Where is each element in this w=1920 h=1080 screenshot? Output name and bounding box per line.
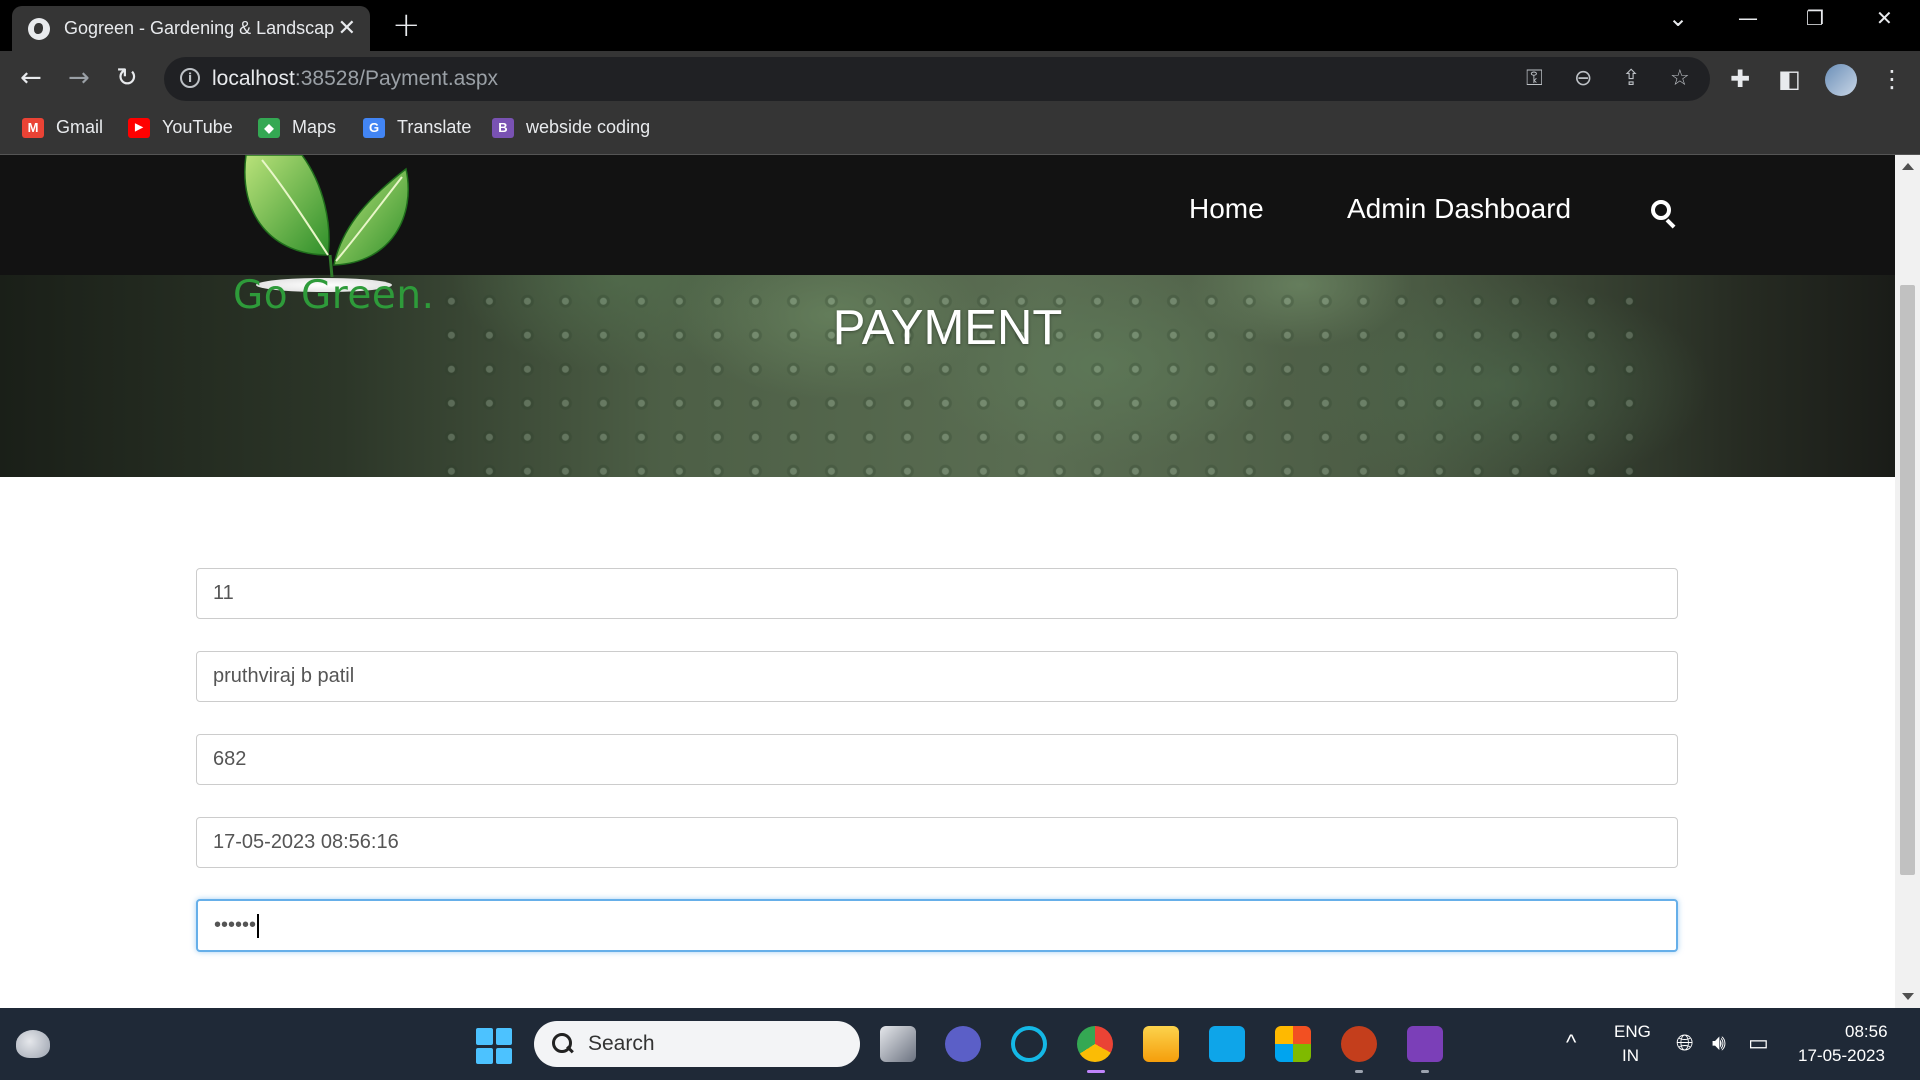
page-title: PAYMENT (832, 301, 1063, 355)
bookmark-webside-coding[interactable]: B webside coding (492, 117, 650, 138)
menu-kebab-icon[interactable]: ⋮ (1880, 67, 1904, 91)
restore-button[interactable]: ❐ (1806, 6, 1824, 30)
zoom-icon[interactable]: ⊖ (1574, 66, 1592, 91)
taskbar-search-label: Search (588, 1032, 655, 1055)
bookmark-youtube[interactable]: ▶ YouTube (128, 117, 233, 138)
browser-tab[interactable]: Gogreen - Gardening & Landscap ✕ (12, 6, 370, 51)
customer-name-field[interactable]: pruthviraj b patil (196, 651, 1678, 702)
windows-start-icon[interactable] (476, 1028, 512, 1064)
page-viewport: Home Admin Dashboard Go Green. PAYMENT 1… (0, 155, 1895, 1008)
volume-icon[interactable]: 🔊︎ (1712, 1030, 1726, 1056)
running-app-indicator (1355, 1070, 1363, 1073)
browser-tab-bar: Gogreen - Gardening & Landscap ✕ + ⌄ — ❐… (0, 0, 1920, 51)
taskbar-search[interactable]: Search (534, 1021, 860, 1067)
active-app-indicator (1087, 1070, 1105, 1073)
tab-title: Gogreen - Gardening & Landscap (64, 18, 334, 38)
globe-icon (28, 17, 50, 40)
text-caret (257, 913, 260, 938)
maps-icon: ◆ (258, 117, 280, 138)
payment-id-field[interactable]: 11 (196, 568, 1678, 619)
scrollbar-thumb[interactable] (1900, 285, 1915, 875)
bootstrap-icon: B (492, 117, 514, 138)
running-app-indicator (1421, 1070, 1429, 1073)
task-view-icon[interactable] (880, 1026, 916, 1062)
visual-studio-icon[interactable] (1407, 1026, 1443, 1062)
language-indicator-top[interactable]: ENG (1614, 1022, 1651, 1042)
myhp-icon[interactable] (1209, 1026, 1245, 1062)
search-icon (552, 1033, 574, 1055)
show-hidden-icons-icon[interactable]: ^ (1566, 1030, 1576, 1056)
weather-icon[interactable] (16, 1030, 50, 1058)
scroll-down-icon[interactable] (1902, 993, 1914, 1000)
windows-taskbar: Search ^ ENG IN 🌐︎ 🔊︎ ▭ 08:56 17-05-2023 (0, 1008, 1920, 1080)
forward-icon[interactable]: → (68, 63, 90, 93)
clock-date[interactable]: 17-05-2023 (1798, 1046, 1885, 1066)
chrome-icon[interactable] (1077, 1026, 1113, 1062)
tab-close-icon[interactable]: ✕ (338, 17, 356, 40)
translate-icon: G (363, 117, 385, 138)
extensions-icon[interactable]: ✚ (1730, 67, 1750, 91)
key-icon[interactable]: ⚿ (1526, 66, 1543, 91)
amount-field[interactable]: 682 (196, 734, 1678, 785)
bookmark-translate[interactable]: G Translate (363, 117, 471, 138)
minimize-button[interactable]: — (1738, 6, 1758, 30)
close-window-button[interactable]: ✕ (1876, 6, 1893, 30)
clock-time[interactable]: 08:56 (1845, 1022, 1888, 1042)
language-indicator-bottom[interactable]: IN (1622, 1046, 1639, 1066)
password-field[interactable]: •••••• (196, 899, 1678, 952)
address-bar[interactable]: i localhost:38528/Payment.aspx ⚿ ⊖ ⇪ ☆ (164, 57, 1710, 101)
profile-avatar[interactable] (1825, 64, 1857, 96)
side-panel-icon[interactable]: ◧ (1778, 67, 1801, 91)
bookmark-star-icon[interactable]: ☆ (1670, 66, 1690, 91)
share-icon[interactable]: ⇪ (1622, 66, 1640, 91)
microsoft-store-icon[interactable] (1275, 1026, 1311, 1062)
teams-chat-icon[interactable] (945, 1026, 981, 1062)
bookmark-maps[interactable]: ◆ Maps (258, 117, 336, 138)
bookmarks-bar: M Gmail ▶ YouTube ◆ Maps G Translate B w… (0, 105, 1920, 155)
date-time-field[interactable]: 17-05-2023 08:56:16 (196, 817, 1678, 868)
file-explorer-icon[interactable] (1143, 1026, 1179, 1062)
battery-icon[interactable]: ▭ (1748, 1030, 1769, 1056)
scroll-up-icon[interactable] (1902, 163, 1914, 170)
page-scrollbar[interactable] (1895, 155, 1920, 1008)
url-text: localhost:38528/Payment.aspx (212, 67, 499, 90)
site-info-icon[interactable]: i (180, 68, 200, 88)
powerpoint-icon[interactable] (1341, 1026, 1377, 1062)
network-globe-icon[interactable]: 🌐︎ (1676, 1030, 1694, 1056)
tab-search-dropdown-icon[interactable]: ⌄ (1668, 4, 1688, 32)
cortana-icon[interactable] (1011, 1026, 1047, 1062)
youtube-icon: ▶ (128, 117, 150, 138)
search-icon[interactable] (1651, 200, 1677, 229)
bookmark-gmail[interactable]: M Gmail (22, 117, 103, 138)
new-tab-button[interactable]: + (392, 8, 421, 42)
nav-home-link[interactable]: Home (1189, 193, 1264, 225)
back-icon[interactable]: ← (20, 63, 42, 93)
nav-admin-dashboard-link[interactable]: Admin Dashboard (1347, 193, 1571, 225)
browser-toolbar: ← → ↻ i localhost:38528/Payment.aspx ⚿ ⊖… (0, 51, 1920, 105)
reload-icon[interactable]: ↻ (116, 63, 138, 93)
gmail-icon: M (22, 117, 44, 138)
